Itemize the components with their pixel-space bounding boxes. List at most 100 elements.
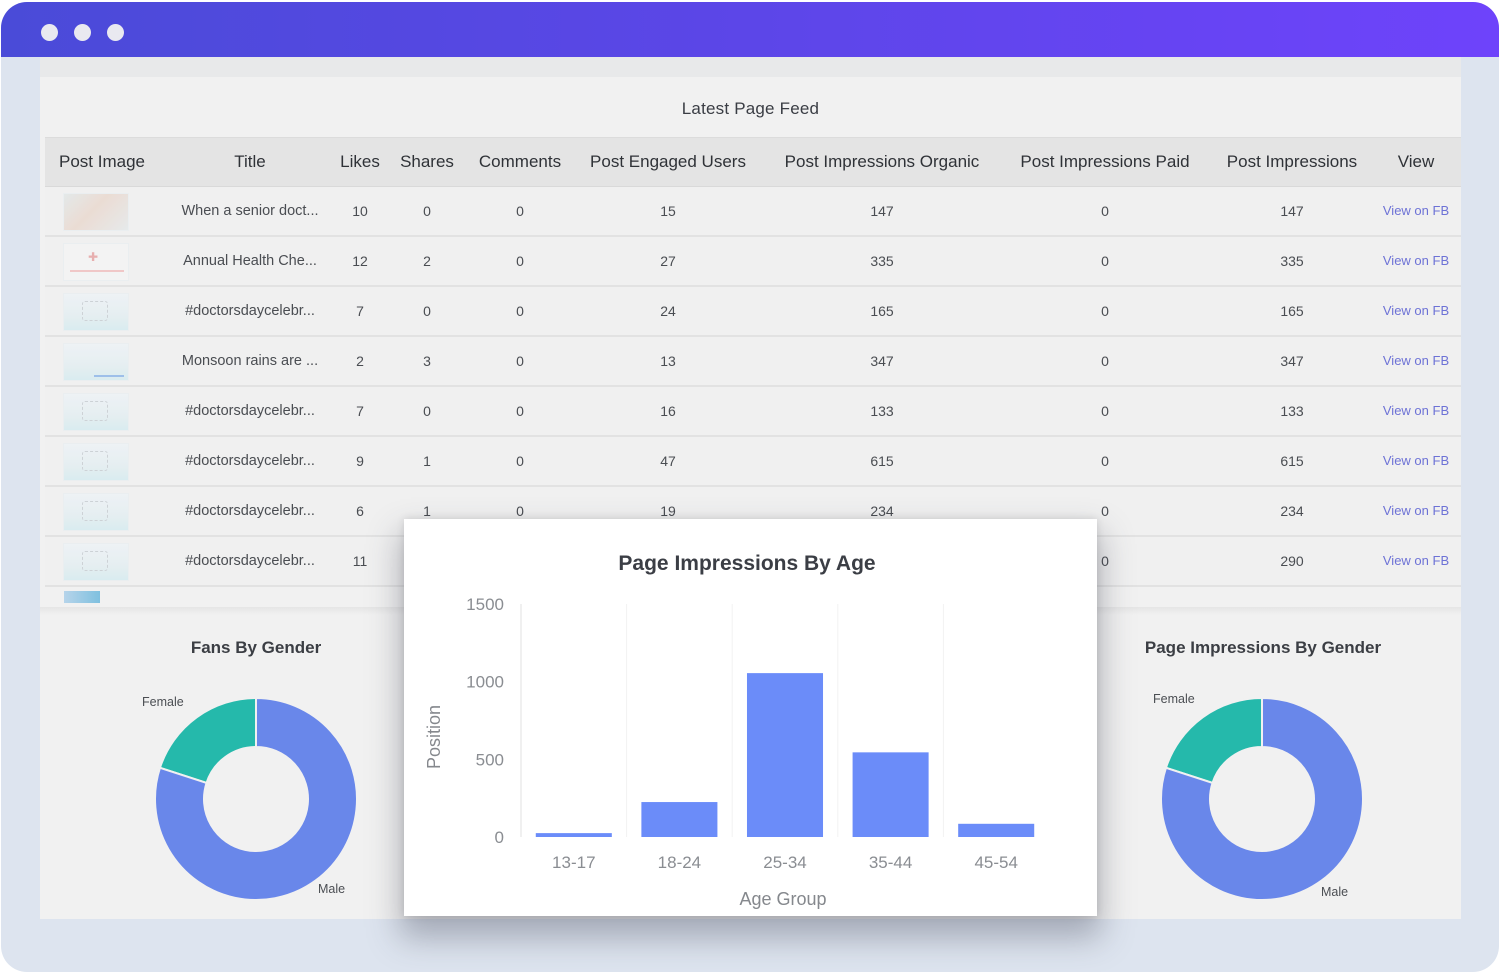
view-on-fb-link[interactable]: View on FB <box>1380 537 1452 585</box>
thumbnail-decoration <box>94 375 124 377</box>
thumbnail-decoration <box>82 301 108 321</box>
post-thumbnail[interactable] <box>63 543 129 581</box>
column-header-title[interactable]: Title <box>180 138 320 188</box>
age-x-tick-label: 35-44 <box>869 853 912 872</box>
fans-by-gender-title: Fans By Gender <box>190 638 322 657</box>
impressions-by-gender-donut <box>1160 696 1364 901</box>
cell-likes: 7 <box>356 303 364 319</box>
view-on-fb-link[interactable]: View on FB <box>1380 337 1452 385</box>
view-on-fb-link[interactable]: View on FB <box>1380 487 1452 535</box>
view-on-fb-link[interactable]: View on FB <box>1380 437 1452 485</box>
post-thumbnail[interactable] <box>63 443 129 481</box>
impressions-by-age-card: Page Impressions By Age 0 500 1000 1500 13-… <box>404 519 1097 916</box>
window-minimize-dot[interactable] <box>74 24 91 41</box>
thumbnail-decoration <box>70 270 124 272</box>
column-header-post-impressions-paid[interactable]: Post Impressions Paid <box>1015 138 1195 188</box>
age-bar-13-17[interactable] <box>535 833 612 837</box>
cell-title: #doctorsdaycelebr... <box>185 303 315 319</box>
view-on-fb-link[interactable]: View on FB <box>1380 187 1452 235</box>
column-header-comments[interactable]: Comments <box>470 138 570 188</box>
column-header-shares[interactable]: Shares <box>397 138 457 188</box>
cell-title: Monsoon rains are ... <box>181 353 319 369</box>
column-header-post-impressions-organic[interactable]: Post Impressions Organic <box>777 138 987 188</box>
cell-shares: 0 <box>423 203 431 219</box>
cell-title: #doctorsdaycelebr... <box>185 503 315 519</box>
post-thumbnail[interactable] <box>63 293 129 331</box>
age-x-tick-label: 18-24 <box>658 853 701 872</box>
post-thumbnail-partial[interactable] <box>64 591 100 603</box>
cell-shares: 0 <box>423 403 431 419</box>
post-thumbnail[interactable] <box>63 343 129 381</box>
column-header-likes[interactable]: Likes <box>335 138 385 188</box>
table-row: #doctorsdaycelebr... 7 0 0 24 165 0 165 View on … <box>45 287 1461 337</box>
cell-engaged: 15 <box>660 203 676 219</box>
column-header-post-impressions[interactable]: Post Impressions <box>1217 138 1367 188</box>
cell-comments: 0 <box>516 203 524 219</box>
impressions-female-label: Female <box>1153 692 1195 706</box>
thumbnail-decoration <box>82 401 108 421</box>
post-thumbnail[interactable]: ✚ <box>63 243 129 281</box>
view-on-fb-link[interactable]: View on FB <box>1380 237 1452 285</box>
cell-impressions: 165 <box>1280 303 1304 319</box>
cell-engaged: 47 <box>660 453 676 469</box>
age-x-axis-title: Age Group <box>739 889 826 909</box>
fans-by-gender-donut <box>154 696 358 901</box>
page-top-strip <box>40 57 1461 77</box>
age-x-tick-label: 25-34 <box>763 853 806 872</box>
table-row: Monsoon rains are ... 2 3 0 13 347 0 347 View on… <box>45 337 1461 387</box>
impressions-by-gender-title: Page Impressions By Gender <box>1144 638 1382 657</box>
post-thumbnail[interactable] <box>63 393 129 431</box>
cell-impressions: 147 <box>1280 203 1304 219</box>
cell-likes: 11 <box>352 553 368 569</box>
view-on-fb-link[interactable]: View on FB <box>1380 387 1452 435</box>
thumbnail-decoration <box>82 501 108 521</box>
column-header-view[interactable]: View <box>1380 138 1452 188</box>
cell-shares: 3 <box>423 353 431 369</box>
cell-likes: 10 <box>352 203 368 219</box>
age-bar-18-24[interactable] <box>641 802 718 837</box>
column-header-post-image[interactable]: Post Image <box>45 138 185 188</box>
age-y-tick-label: 500 <box>476 750 504 769</box>
age-x-tick-label: 13-17 <box>552 853 595 872</box>
cell-shares: 2 <box>423 253 431 269</box>
table-row: #doctorsdaycelebr... 7 0 0 16 133 0 133 View on … <box>45 387 1461 437</box>
table-row: #doctorsdaycelebr... 9 1 0 47 615 0 615 View on … <box>45 437 1461 487</box>
fans-female-label: Female <box>142 695 184 709</box>
post-thumbnail[interactable] <box>63 193 129 231</box>
cell-paid: 0 <box>1101 453 1109 469</box>
view-on-fb-link[interactable]: View on FB <box>1380 287 1452 335</box>
cell-paid: 0 <box>1101 203 1109 219</box>
cell-paid: 0 <box>1101 253 1109 269</box>
age-bar-35-44[interactable] <box>852 752 929 837</box>
thumbnail-decoration <box>82 451 108 471</box>
column-header-post-engaged-users[interactable]: Post Engaged Users <box>583 138 753 188</box>
fans-slice-female[interactable] <box>158 696 257 785</box>
cell-comments: 0 <box>516 353 524 369</box>
table-row: When a senior doct... 10 0 0 15 147 0 147 View o… <box>45 187 1461 237</box>
age-bar-45-54[interactable] <box>958 823 1035 837</box>
cell-impressions: 290 <box>1280 553 1304 569</box>
cell-title: #doctorsdaycelebr... <box>185 403 315 419</box>
thumbnail-decoration <box>82 551 108 571</box>
impressions-male-label: Male <box>1321 885 1349 899</box>
cell-comments: 0 <box>516 253 524 269</box>
cell-engaged: 16 <box>660 403 676 419</box>
age-x-tick-label: 45-54 <box>974 853 1017 872</box>
browser-window: Latest Page Feed Post Image Title Likes Sha… <box>1 2 1499 972</box>
cell-engaged: 13 <box>660 353 676 369</box>
age-bar-25-34[interactable] <box>746 673 824 837</box>
feed-title: Latest Page Feed <box>681 99 820 118</box>
cell-organic: 615 <box>870 453 894 469</box>
cell-likes: 2 <box>356 353 364 369</box>
cell-impressions: 615 <box>1280 453 1304 469</box>
window-maximize-dot[interactable] <box>107 24 124 41</box>
cell-paid: 0 <box>1101 403 1109 419</box>
cell-comments: 0 <box>516 403 524 419</box>
cell-comments: 0 <box>516 303 524 319</box>
cross-icon: ✚ <box>88 250 99 264</box>
window-close-dot[interactable] <box>41 24 58 41</box>
cell-title: #doctorsdaycelebr... <box>185 553 315 569</box>
impressions-slice-female[interactable] <box>1164 696 1263 785</box>
age-chart-title: Page Impressions By Age <box>618 552 875 575</box>
post-thumbnail[interactable] <box>63 493 129 531</box>
